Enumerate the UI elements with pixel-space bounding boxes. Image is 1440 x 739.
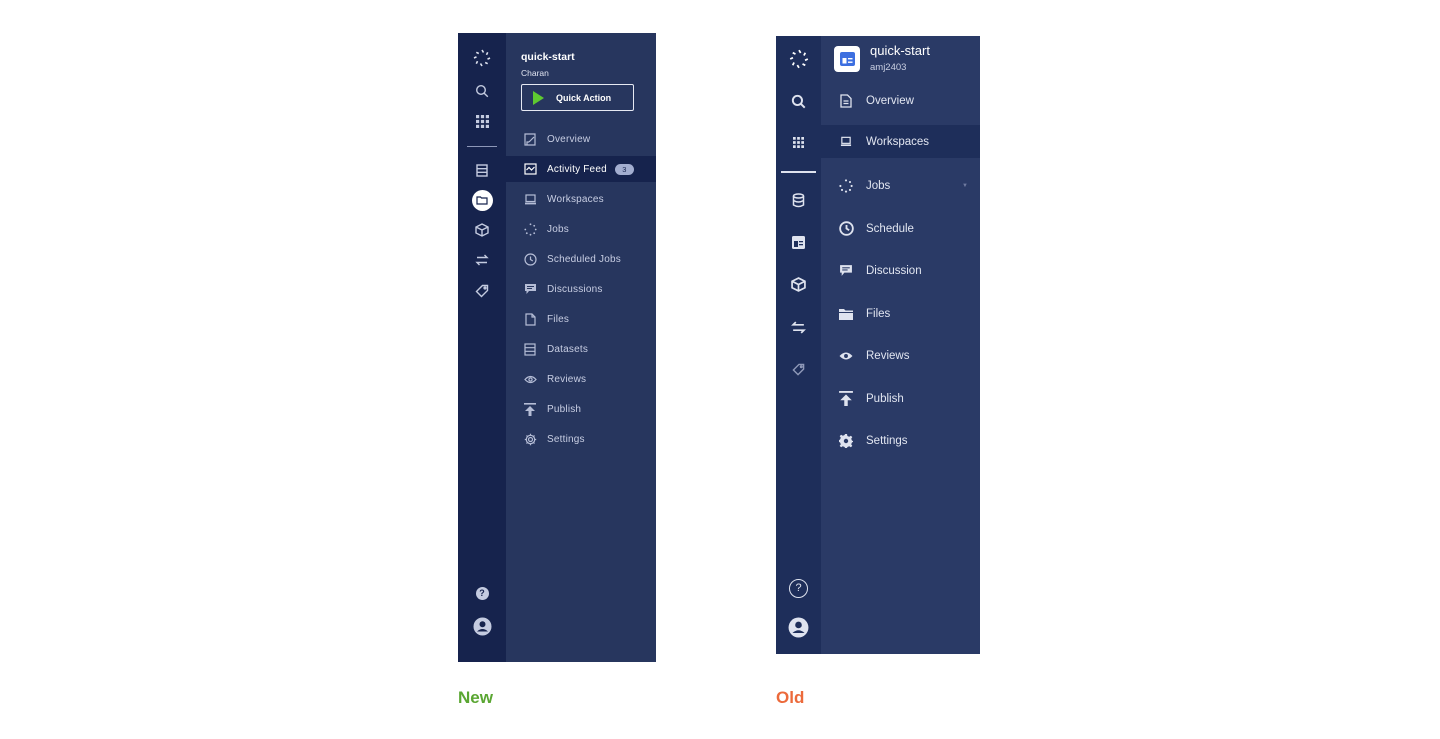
nav-item-label: Reviews [547,373,587,385]
nav-item-overview[interactable]: Overview [821,84,980,117]
nav-item-label: Overview [547,133,591,145]
nav-item-label: Scheduled Jobs [547,253,621,265]
nav-item-label: Jobs [866,179,891,192]
new-caption: New [458,688,493,707]
nav-item-jobs[interactable]: Jobs ▼ [821,169,980,202]
nav-item-activity-feed[interactable]: Activity Feed 3 [506,156,656,182]
clock-icon [523,252,537,266]
nav-item-datasets[interactable]: Datasets [506,336,656,362]
tag-icon[interactable] [458,280,506,302]
gear-icon [523,432,537,446]
nav-item-files[interactable]: Files [821,297,980,330]
activity-feed-icon [523,162,537,176]
activity-count-badge: 3 [614,163,634,175]
overview-icon [523,132,537,146]
publish-icon [523,402,537,416]
gear-icon [838,433,854,449]
nav-item-label: Workspaces [547,193,604,205]
models-icon[interactable] [458,219,506,241]
nav-item-jobs[interactable]: Jobs [506,216,656,242]
nav-item-discussion[interactable]: Discussion [821,254,980,287]
nav-item-label: Publish [866,392,904,405]
apps-grid-icon[interactable] [458,110,506,132]
transfer-icon[interactable] [458,249,506,271]
new-icon-rail: ? [458,33,506,662]
chevron-down-icon[interactable]: ▼ [962,183,968,189]
nav-item-publish[interactable]: Publish [821,382,980,415]
datasets-icon[interactable] [458,159,506,181]
project-owner: Charan [521,68,549,78]
rail-divider [467,146,497,147]
user-icon[interactable] [458,615,506,637]
transfer-icon[interactable] [776,316,821,338]
project-owner: amj2403 [870,62,907,73]
rail-divider [781,171,816,173]
nav-item-label: Reviews [866,349,910,362]
logo-icon[interactable] [776,48,821,70]
workspaces-icon [523,192,537,206]
eye-icon [838,348,854,364]
nav-item-label: Datasets [547,343,589,355]
eye-icon [523,372,537,386]
apps-grid-icon[interactable] [776,131,821,153]
nav-item-label: Settings [547,433,585,445]
models-icon[interactable] [776,273,821,295]
document-icon [838,93,854,109]
discussion-icon [838,263,854,279]
old-caption: Old [776,688,805,707]
nav-item-scheduled-jobs[interactable]: Scheduled Jobs [506,246,656,272]
project-title: quick-start [521,51,575,63]
nav-item-label: Overview [866,94,914,107]
old-icon-rail: ? [776,36,821,654]
nav-item-label: Schedule [866,222,914,235]
jobs-icon [838,178,854,194]
nav-item-label: Files [547,313,570,325]
nav-item-files[interactable]: Files [506,306,656,332]
nav-item-settings[interactable]: Settings [821,424,980,457]
nav-item-discussions[interactable]: Discussions [506,276,656,302]
tag-icon[interactable] [776,358,821,380]
nav-item-label: Publish [547,403,582,415]
file-icon [523,312,537,326]
nav-item-settings[interactable]: Settings [506,426,656,452]
quick-action-button[interactable]: Quick Action [521,84,634,111]
projects-icon[interactable] [458,189,506,211]
nav-item-reviews[interactable]: Reviews [506,366,656,392]
datasets-icon [523,342,537,356]
nav-item-publish[interactable]: Publish [506,396,656,422]
publish-icon [838,391,854,407]
nav-item-workspaces[interactable]: Workspaces [821,125,980,158]
discussions-icon [523,282,537,296]
nav-item-schedule[interactable]: Schedule [821,212,980,245]
nav-item-label: Files [866,307,891,320]
help-icon[interactable]: ? [458,582,506,604]
nav-item-label: Activity Feed [547,163,607,175]
database-icon[interactable] [776,189,821,211]
help-icon[interactable]: ? [776,577,821,599]
nav-item-workspaces[interactable]: Workspaces [506,186,656,212]
nav-item-label: Discussions [547,283,603,295]
jobs-icon [523,222,537,236]
projects-icon[interactable] [776,231,821,253]
project-icon [834,46,860,72]
new-project-sidebar: quick-start Charan Quick Action Overview… [506,33,656,662]
quick-action-label: Quick Action [556,92,612,103]
search-icon[interactable] [458,80,506,102]
nav-item-overview[interactable]: Overview [506,126,656,152]
play-icon [533,90,544,105]
workspaces-icon [838,134,854,150]
user-icon[interactable] [776,616,821,638]
nav-item-label: Discussion [866,264,922,277]
nav-item-label: Settings [866,434,908,447]
clock-icon [838,221,854,237]
old-project-sidebar: quick-start amj2403 Overview Workspaces … [821,36,980,654]
folder-icon [838,306,854,322]
search-icon[interactable] [776,90,821,112]
nav-item-label: Workspaces [866,135,930,148]
nav-item-label: Jobs [547,223,569,235]
nav-item-reviews[interactable]: Reviews [821,339,980,372]
project-title: quick-start [870,43,930,58]
logo-icon[interactable] [458,47,506,69]
